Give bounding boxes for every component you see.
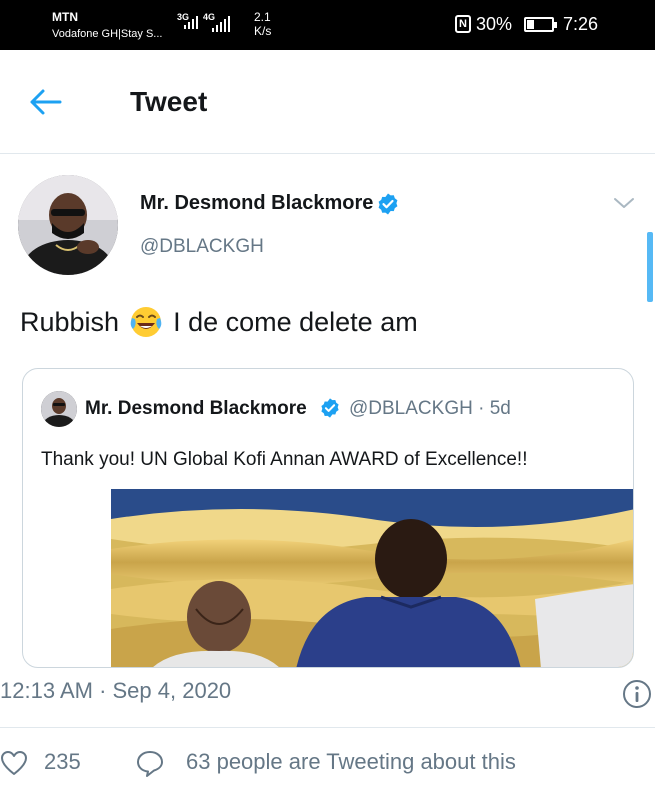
nfc-icon: N	[455, 15, 471, 33]
quoted-verified-badge-icon	[321, 398, 339, 418]
status-time: 7:26	[563, 14, 599, 34]
verified-badge-icon	[378, 193, 398, 215]
network-speed-value: 2.1	[254, 10, 271, 24]
page-header: Tweet	[0, 50, 655, 154]
arrow-left-icon[interactable]	[28, 88, 62, 116]
quoted-author-name: Mr. Desmond Blackmore	[85, 398, 307, 419]
carrier-secondary: Vodafone GH|Stay S...	[52, 28, 163, 40]
page-title: Tweet	[130, 86, 208, 117]
chevron-down-icon[interactable]	[612, 194, 636, 212]
info-icon[interactable]	[622, 679, 652, 709]
tweet-timestamp: 12:13 AM · Sep 4, 2020	[0, 678, 232, 703]
quoted-author-handle: @DBLACKGH · 5d	[349, 398, 511, 419]
face-with-tears-of-joy-icon	[130, 307, 162, 337]
network-speed: 2.1 K/s	[254, 10, 271, 38]
like-count[interactable]: 235	[44, 749, 81, 775]
battery-icon	[524, 17, 557, 32]
divider	[0, 727, 655, 728]
quoted-tweet-card[interactable]: Mr. Desmond Blackmore @DBLACKGH · 5d Tha…	[22, 368, 634, 668]
tweet-text-part-2: I de come delete am	[173, 306, 418, 337]
quoted-tweet-text: Thank you! UN Global Kofi Annan AWARD of…	[41, 449, 528, 470]
tweet-text: Rubbish I de come delete am	[20, 305, 418, 339]
scrollbar[interactable]	[647, 232, 653, 302]
signal-bars-2-icon	[212, 16, 230, 32]
carrier-primary: MTN	[52, 10, 78, 24]
network-speed-unit: K/s	[254, 24, 272, 38]
quoted-avatar[interactable]	[41, 391, 77, 427]
quoted-tweet-media-image[interactable]	[111, 489, 633, 667]
battery-percent: 30%	[476, 14, 513, 34]
battery-fill	[527, 20, 535, 29]
author-handle[interactable]: @DBLACKGH	[140, 236, 264, 258]
tweet-text-part-1: Rubbish	[20, 306, 120, 337]
speech-bubble-icon[interactable]	[135, 749, 165, 777]
tweeting-about-link[interactable]: 63 people are Tweeting about this	[186, 749, 516, 775]
signal-bars-1-icon	[184, 16, 198, 29]
status-bar: MTN Vodafone GH|Stay S... 3G 4G 2.1 K/s …	[0, 0, 655, 50]
author-name[interactable]: Mr. Desmond Blackmore	[140, 192, 373, 215]
avatar[interactable]	[18, 175, 118, 275]
heart-icon[interactable]	[0, 750, 28, 776]
